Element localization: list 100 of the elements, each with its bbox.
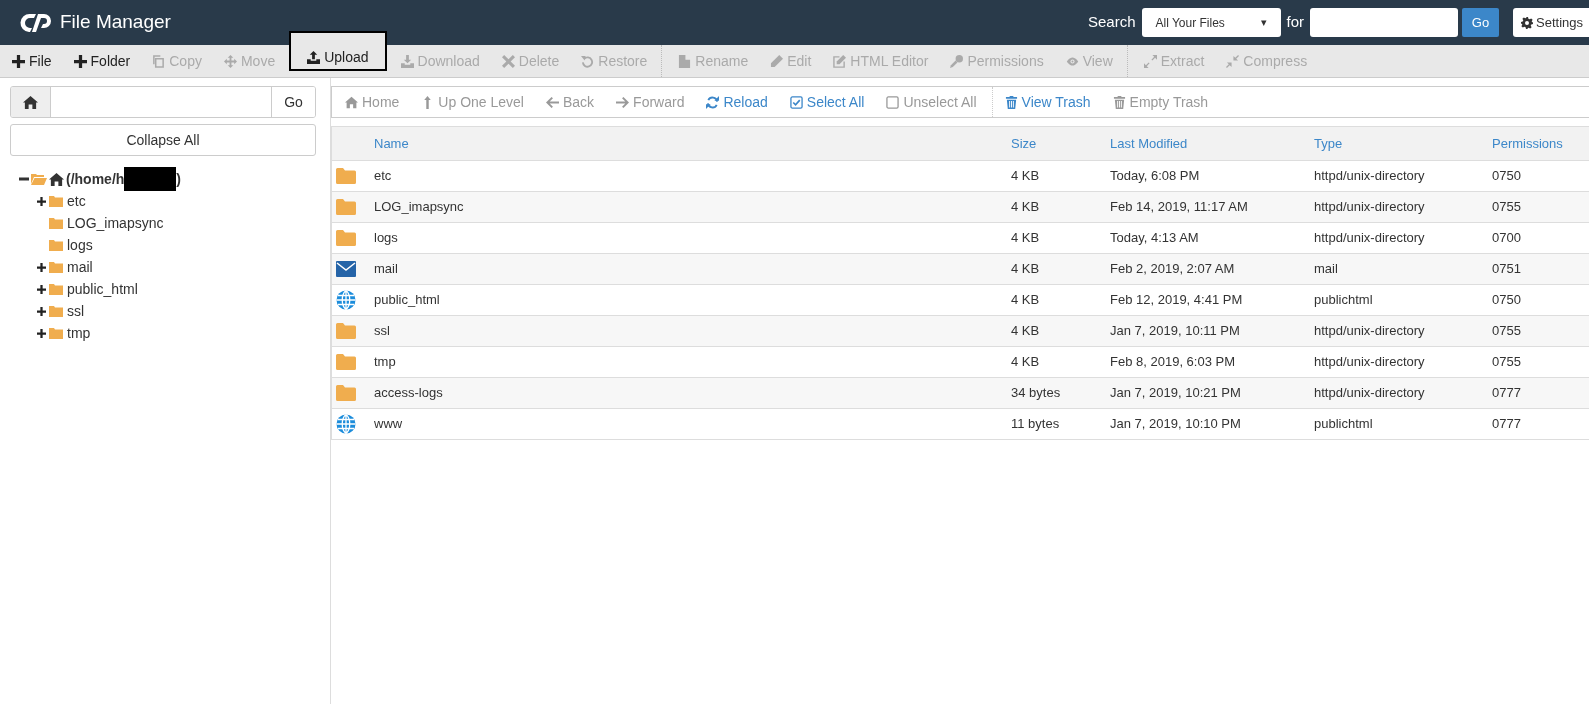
collapse-all-button[interactable]: Collapse All	[10, 124, 316, 156]
compress-arrows-icon	[1226, 54, 1240, 68]
toolbar-button[interactable]: Upload	[289, 31, 387, 71]
table-cell-text: Feb 8, 2019, 6:03 PM	[1110, 353, 1237, 372]
empty-box-icon	[886, 95, 900, 109]
tree-item[interactable]: ssl	[67, 300, 85, 322]
tree-item[interactable]: etc	[67, 190, 86, 212]
delete-x-icon	[501, 54, 515, 68]
folder-icon	[336, 168, 356, 184]
table-cell-text: Jan 7, 2019, 10:10 PM	[1110, 415, 1242, 434]
table-cell-text: public_html	[374, 291, 441, 310]
edit-square-icon	[833, 54, 847, 68]
settings-button[interactable]: Settings	[1513, 8, 1589, 37]
go-button[interactable]: Go	[1462, 8, 1499, 37]
folder-icon	[49, 283, 63, 295]
table-cell-text: 0777	[1492, 415, 1522, 434]
table-cell-text: Today, 6:08 PM	[1110, 167, 1201, 186]
for-label: for	[1286, 12, 1304, 33]
toolbar-button[interactable]: File	[4, 45, 60, 77]
go-button[interactable]: Go	[271, 87, 315, 117]
tree-item[interactable]: tmp	[67, 322, 91, 344]
table-cell-text: httpd/unix-directory	[1314, 322, 1426, 341]
eye-icon	[1065, 54, 1079, 68]
table-cell-text: mail	[374, 260, 399, 279]
table-cell-text: httpd/unix-directory	[1314, 384, 1426, 403]
checked-box-icon	[789, 95, 803, 109]
folder-icon	[49, 239, 63, 251]
pencil-icon	[770, 54, 784, 68]
scope-dropdown[interactable]: All Your Files ▾	[1141, 8, 1281, 37]
table-cell-text: 34 bytes	[1011, 384, 1062, 403]
plus-icon	[73, 54, 87, 68]
toolbar-button[interactable]: Folder	[65, 45, 139, 77]
folder-icon	[49, 217, 63, 229]
search-label: Search	[1087, 12, 1136, 33]
plus-icon	[12, 54, 25, 68]
envelope-icon	[336, 261, 356, 277]
tree-root-label[interactable]: (/home/h	[66, 168, 125, 190]
tree-root-label: )	[176, 169, 181, 189]
table-cell-text: logs	[374, 229, 399, 248]
table-cell-text: tmp	[374, 353, 397, 372]
folder-icon	[49, 195, 63, 207]
open-folder-icon	[31, 173, 47, 185]
table-cell-text: 11 bytes	[1011, 415, 1061, 434]
table-cell-text: 0755	[1492, 198, 1522, 217]
undo-icon	[581, 54, 595, 68]
table-cell-text: 4 KB	[1011, 260, 1041, 279]
folder-icon	[336, 354, 356, 370]
folder-icon	[49, 305, 63, 317]
trash-icon	[1004, 95, 1018, 109]
tree-item[interactable]: public_html	[67, 278, 138, 300]
home-icon	[49, 171, 64, 187]
column-header[interactable]: Last Modified	[1110, 133, 1314, 154]
table-cell-text: Today, 4:13 AM	[1110, 229, 1200, 248]
globe-icon	[336, 414, 356, 434]
table-cell-text: 0700	[1492, 229, 1522, 248]
nav-button[interactable]: Reload	[699, 87, 775, 117]
trash-icon	[1112, 95, 1126, 109]
table-cell-text: httpd/unix-directory	[1314, 198, 1426, 217]
table-cell-text: 0755	[1492, 353, 1522, 372]
table-cell-text: publichtml	[1314, 291, 1374, 310]
table-cell-text: 4 KB	[1011, 322, 1041, 341]
nav-button[interactable]: Select All	[782, 87, 872, 117]
expand-arrows-icon	[1143, 54, 1157, 68]
column-header[interactable]: Type	[1314, 133, 1492, 154]
search-field[interactable]	[1310, 8, 1458, 37]
table-cell-text: 0750	[1492, 167, 1522, 186]
table-cell-text: 4 KB	[1011, 291, 1041, 310]
download-icon	[400, 54, 414, 68]
table-cell-text: Jan 7, 2019, 10:11 PM	[1110, 322, 1241, 341]
table-cell-text: ssl	[374, 322, 391, 341]
document-icon	[678, 54, 692, 68]
folder-icon	[49, 261, 63, 273]
settings-icon	[1521, 16, 1533, 29]
table-cell-text: 4 KB	[1011, 353, 1041, 372]
table-cell-text: publichtml	[1314, 415, 1374, 434]
tree-item[interactable]: LOG_imapsync	[67, 212, 164, 234]
home-button[interactable]	[11, 87, 51, 117]
folder-icon	[49, 327, 63, 339]
tree-item[interactable]: mail	[67, 256, 93, 278]
column-header[interactable]: Size	[1011, 133, 1110, 154]
table-cell-text: 0777	[1492, 384, 1522, 403]
tree-item[interactable]: logs	[67, 234, 93, 256]
table-cell-text: www	[374, 415, 404, 434]
column-header[interactable]: Permissions	[1492, 133, 1589, 154]
folder-icon	[336, 323, 356, 339]
table-cell-text: etc	[374, 167, 393, 186]
key-icon	[950, 54, 964, 68]
nav-button[interactable]: View Trash	[991, 87, 1098, 117]
globe-icon	[336, 290, 356, 310]
table-cell-text: 0755	[1492, 322, 1522, 341]
table-cell-text: 4 KB	[1011, 167, 1041, 186]
folder-icon	[336, 385, 356, 401]
folder-icon	[336, 230, 356, 246]
copy-icon	[152, 54, 166, 68]
table-cell-text: LOG_imapsync	[374, 198, 465, 217]
home-icon	[23, 94, 38, 110]
refresh-icon	[706, 95, 720, 109]
column-header[interactable]: Name	[374, 133, 1011, 154]
table-cell-text: Feb 2, 2019, 2:07 AM	[1110, 260, 1236, 279]
table-cell-text: mail	[1314, 260, 1339, 279]
